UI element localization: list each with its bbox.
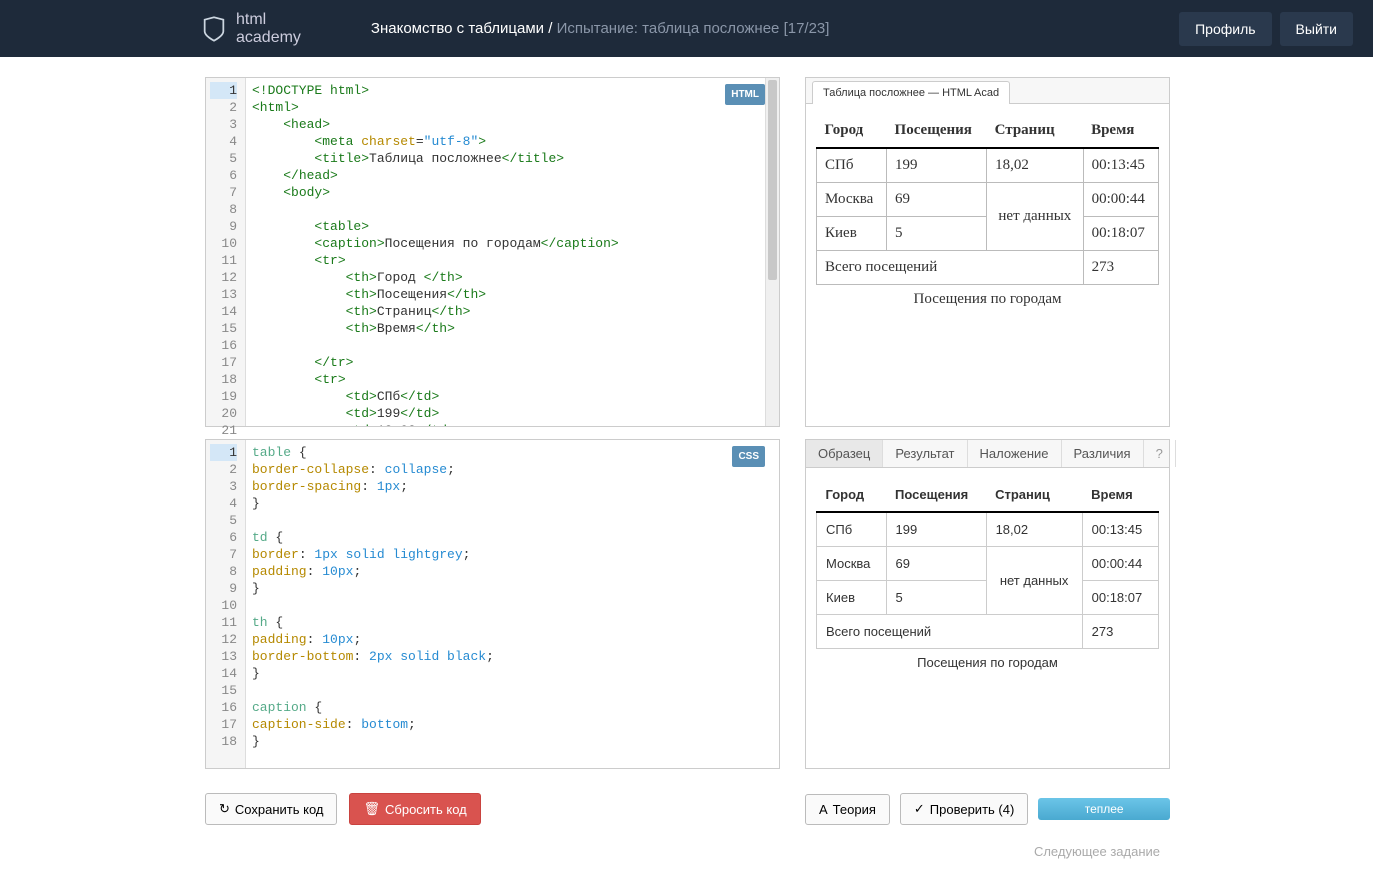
css-code-area[interactable]: table {border-collapse: collapse;border-…	[246, 440, 779, 768]
reset-code-button[interactable]: 🗑 Сбросить код	[349, 793, 480, 825]
tab-result[interactable]: Результат	[883, 440, 967, 467]
main-area: 123456789101112131415161718192021 <!DOCT…	[0, 57, 1373, 876]
breadcrumb-task: Испытание: таблица посложнее [17/23]	[557, 20, 830, 37]
preview-caption: Посещения по городам	[816, 285, 1159, 308]
table-row: Москва69нет данных00:00:44	[817, 183, 1159, 217]
table-row: Москва69нет данных00:00:44	[817, 547, 1159, 581]
refresh-icon: ↻	[219, 801, 230, 817]
html-badge: HTML	[725, 84, 765, 105]
breadcrumb-course[interactable]: Знакомство с таблицами /	[371, 20, 552, 37]
check-button[interactable]: ✓ Проверить (4)	[900, 793, 1028, 825]
preview-tab-strip: Таблица посложнее — HTML Acad	[806, 78, 1169, 104]
sample-table: Посещения по городам ГородПосещенияСтран…	[816, 478, 1159, 670]
table-header: Страниц	[987, 114, 1083, 148]
preview-table: Посещения по городам ГородПосещенияСтран…	[816, 114, 1159, 308]
html-code-area[interactable]: <!DOCTYPE html><html> <head> <meta chars…	[246, 78, 779, 426]
table-header: Время	[1083, 114, 1158, 148]
tab-overlay[interactable]: Наложение	[968, 440, 1062, 467]
check-actions: A Теория ✓ Проверить (4) теплее	[805, 793, 1170, 825]
table-header: Город	[817, 114, 887, 148]
profile-button[interactable]: Профиль	[1179, 12, 1271, 46]
html-gutter: 123456789101112131415161718192021	[206, 78, 246, 426]
header-actions: Профиль Выйти	[1179, 12, 1353, 46]
progress-indicator: теплее	[1038, 798, 1170, 820]
save-code-button[interactable]: ↻ Сохранить код	[205, 793, 337, 825]
logo-icon	[200, 15, 228, 43]
css-badge: CSS	[732, 446, 765, 467]
table-row: СПб19918,0200:13:45	[817, 512, 1159, 547]
logo-text-2: academy	[236, 29, 301, 47]
breadcrumb: Знакомство с таблицами / Испытание: табл…	[371, 20, 830, 37]
check-icon: ✓	[914, 801, 925, 817]
next-task-link[interactable]: Следующее задание	[1024, 837, 1170, 866]
compare-panel: ОбразецРезультатНаложениеРазличия? Посещ…	[805, 439, 1170, 769]
sample-caption: Посещения по городам	[816, 649, 1159, 670]
result-preview: Таблица посложнее — HTML Acad Посещения …	[805, 77, 1170, 427]
compare-tabs: ОбразецРезультатНаложениеРазличия?	[806, 440, 1169, 468]
table-header: Время	[1082, 478, 1158, 512]
tab-help[interactable]: ?	[1144, 440, 1176, 467]
logo-text-1: html	[236, 11, 301, 29]
trash-icon: 🗑	[363, 801, 380, 817]
table-header: Посещения	[886, 478, 986, 512]
html-scrollbar[interactable]	[765, 78, 779, 426]
preview-body: Посещения по городам ГородПосещенияСтран…	[806, 104, 1169, 318]
preview-column: Таблица посложнее — HTML Acad Посещения …	[805, 77, 1170, 866]
table-header: Посещения	[887, 114, 987, 148]
theory-button[interactable]: A Теория	[805, 794, 890, 825]
scrollbar-thumb[interactable]	[768, 80, 777, 280]
table-header: Город	[817, 478, 887, 512]
logout-button[interactable]: Выйти	[1280, 12, 1353, 46]
table-row: СПб19918,0200:13:45	[817, 148, 1159, 183]
preview-tab[interactable]: Таблица посложнее — HTML Acad	[812, 81, 1010, 104]
editor-actions: ↻ Сохранить код 🗑 Сбросить код	[205, 793, 780, 825]
logo[interactable]: html academy	[200, 11, 301, 47]
editors-column: 123456789101112131415161718192021 <!DOCT…	[205, 77, 780, 866]
app-header: html academy Знакомство с таблицами / Ис…	[0, 0, 1373, 57]
compare-body: Посещения по городам ГородПосещенияСтран…	[806, 468, 1169, 680]
table-header: Страниц	[986, 478, 1082, 512]
tab-sample[interactable]: Образец	[806, 440, 883, 467]
font-icon: A	[819, 802, 828, 817]
html-editor[interactable]: 123456789101112131415161718192021 <!DOCT…	[205, 77, 780, 427]
css-editor[interactable]: 123456789101112131415161718 table {borde…	[205, 439, 780, 769]
css-gutter: 123456789101112131415161718	[206, 440, 246, 768]
tab-diff[interactable]: Различия	[1062, 440, 1144, 467]
